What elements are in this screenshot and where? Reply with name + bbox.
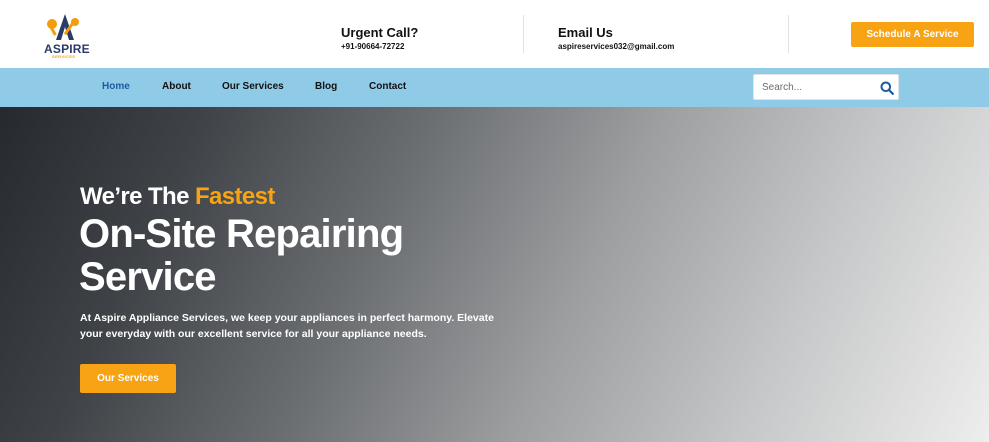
brand-tagline: SERVICES — [52, 54, 76, 59]
main-nav: Home About Our Services Blog Contact — [0, 68, 989, 107]
header-divider — [523, 15, 524, 53]
nav-item-contact[interactable]: Contact — [369, 81, 406, 92]
nav-item-our-services[interactable]: Our Services — [222, 81, 284, 92]
email-address[interactable]: aspireservices032@gmail.com — [558, 42, 674, 51]
schedule-service-button[interactable]: Schedule A Service — [851, 22, 974, 47]
hero-kicker-prefix: We’re The — [80, 183, 195, 210]
hero-section: We’re The Fastest On-Site Repairing Serv… — [0, 107, 989, 442]
hero-kicker-highlight: Fastest — [194, 183, 275, 210]
nav-item-about[interactable]: About — [162, 81, 191, 92]
header-divider — [788, 15, 789, 53]
email-block: Email Us aspireservices032@gmail.com — [558, 25, 674, 52]
search-icon[interactable] — [880, 81, 894, 95]
urgent-call-title: Urgent Call? — [341, 25, 419, 40]
search-box — [753, 74, 899, 100]
hero-description: At Aspire Appliance Services, we keep yo… — [80, 312, 494, 340]
hero-heading: On-Site Repairing Service — [79, 212, 404, 299]
urgent-call-phone[interactable]: +91-90664-72722 — [341, 42, 418, 51]
hero-kicker: We’re The Fastest — [80, 183, 275, 211]
urgent-call-block: Urgent Call? +91-90664-72722 — [341, 25, 419, 52]
top-header: ASPIRE SERVICES Urgent Call? +91-90664-7… — [0, 0, 989, 68]
our-services-button[interactable]: Our Services — [80, 364, 176, 393]
email-title: Email Us — [558, 25, 613, 40]
search-input[interactable] — [754, 75, 872, 99]
nav-item-home[interactable]: Home — [102, 81, 130, 92]
nav-item-blog[interactable]: Blog — [315, 81, 337, 92]
